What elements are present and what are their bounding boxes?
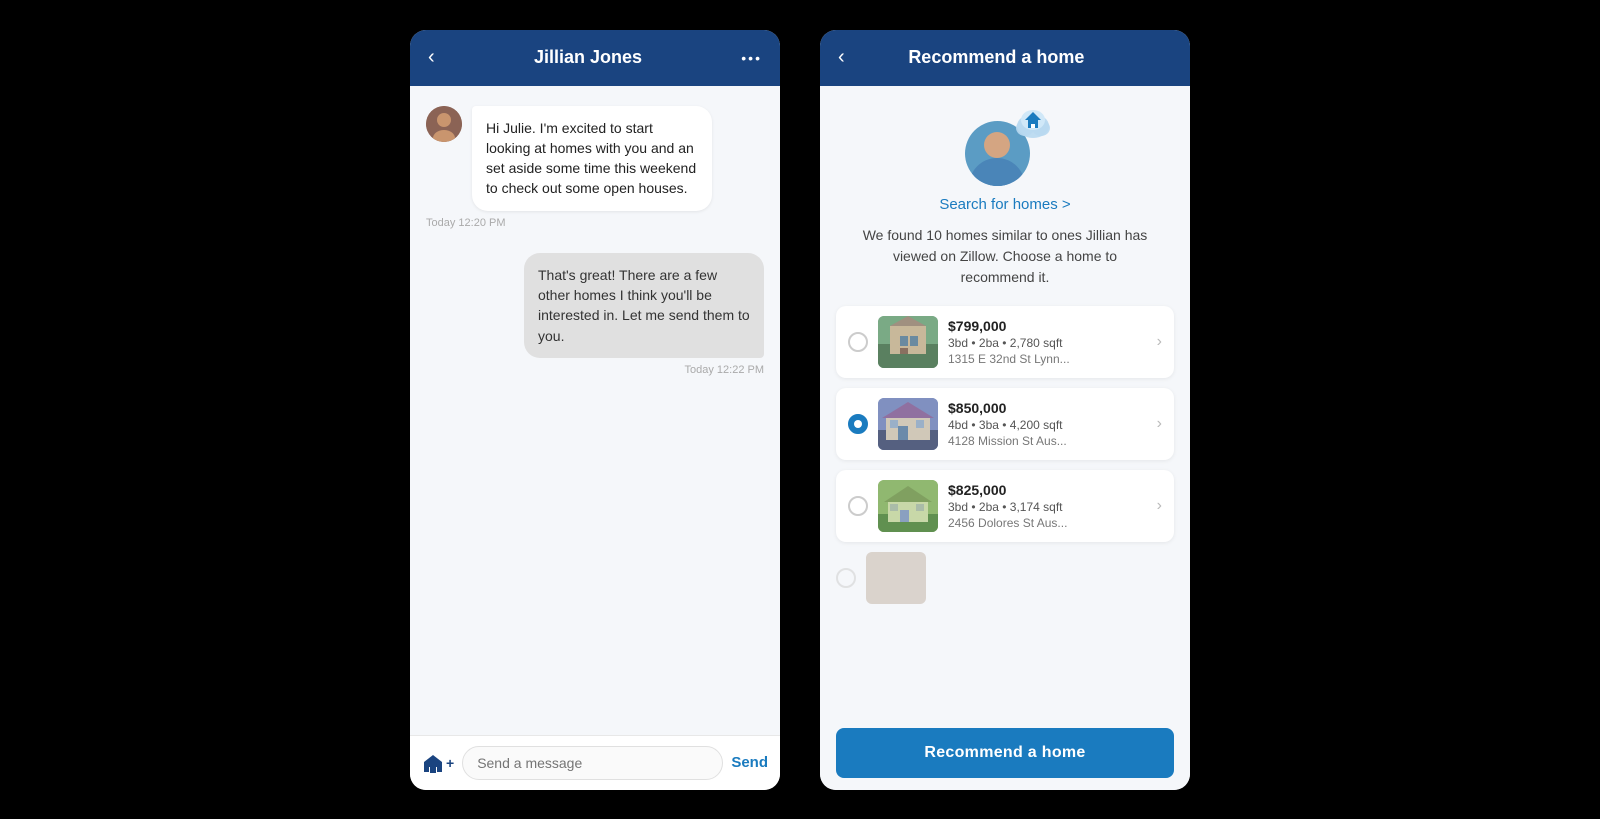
bubble-incoming-1: Hi Julie. I'm excited to start looking a… <box>472 106 712 211</box>
home-chevron-2: › <box>1157 415 1162 433</box>
home-address-3: 2456 Dolores St Aus... <box>948 516 1147 530</box>
home-details-2: 4bd • 3ba • 4,200 sqft <box>948 418 1147 432</box>
home-chevron-3: › <box>1157 497 1162 515</box>
home-list: $799,000 3bd • 2ba • 2,780 sqft 1315 E 3… <box>836 306 1174 542</box>
recommend-button[interactable]: Recommend a home <box>836 728 1174 778</box>
recommend-body: Search for homes > We found 10 homes sim… <box>820 86 1190 716</box>
msg-group-1: Hi Julie. I'm excited to start looking a… <box>426 106 764 229</box>
send-button[interactable]: Send <box>731 754 768 771</box>
home-price-1: $799,000 <box>948 318 1147 334</box>
home-details-1: 3bd • 2ba • 2,780 sqft <box>948 336 1147 350</box>
msg-row-incoming: Hi Julie. I'm excited to start looking a… <box>426 106 764 211</box>
msg-row-outgoing: That's great! There are a few other home… <box>426 253 764 358</box>
avatar-illustration <box>965 106 1045 186</box>
home-radio-1[interactable] <box>848 332 868 352</box>
home-info-2: $850,000 4bd • 3ba • 4,200 sqft 4128 Mis… <box>948 400 1147 448</box>
home-item-1[interactable]: $799,000 3bd • 2ba • 2,780 sqft 1315 E 3… <box>836 306 1174 378</box>
home-price-3: $825,000 <box>948 482 1147 498</box>
msg-group-2: That's great! There are a few other home… <box>426 253 764 376</box>
home-thumb-2 <box>878 398 938 450</box>
chat-messages: Hi Julie. I'm excited to start looking a… <box>410 86 780 735</box>
bubble-outgoing-1: That's great! There are a few other home… <box>524 253 764 358</box>
home-info-1: $799,000 3bd • 2ba • 2,780 sqft 1315 E 3… <box>948 318 1147 366</box>
chat-more-button[interactable]: ••• <box>741 50 762 66</box>
chat-panel: ‹ Jillian Jones ••• Hi Julie. I'm excite… <box>410 30 780 790</box>
recommend-header: ‹ Recommend a home <box>820 30 1190 86</box>
home-price-2: $850,000 <box>948 400 1147 416</box>
msg-time-1: Today 12:20 PM <box>426 217 764 229</box>
recommend-back-button[interactable]: ‹ <box>838 46 845 69</box>
home-address-1: 1315 E 32nd St Lynn... <box>948 352 1147 366</box>
home-details-3: 3bd • 2ba • 3,174 sqft <box>948 500 1147 514</box>
home-address-2: 4128 Mission St Aus... <box>948 434 1147 448</box>
chat-footer: + Send <box>410 735 780 790</box>
chat-header: ‹ Jillian Jones ••• <box>410 30 780 86</box>
message-input[interactable] <box>462 746 723 780</box>
chat-title: Jillian Jones <box>435 47 742 68</box>
home-radio-3[interactable] <box>848 496 868 516</box>
recommend-description: We found 10 homes similar to ones Jillia… <box>855 225 1155 288</box>
home-item-3[interactable]: $825,000 3bd • 2ba • 3,174 sqft 2456 Dol… <box>836 470 1174 542</box>
home-item-2[interactable]: $850,000 4bd • 3ba • 4,200 sqft 4128 Mis… <box>836 388 1174 460</box>
home-radio-2[interactable] <box>848 414 868 434</box>
home-thumb-1 <box>878 316 938 368</box>
home-info-3: $825,000 3bd • 2ba • 3,174 sqft 2456 Dol… <box>948 482 1147 530</box>
attach-home-button[interactable]: + <box>422 753 454 773</box>
recommend-panel: ‹ Recommend a home <box>820 30 1190 790</box>
recommend-footer: Recommend a home <box>820 716 1190 790</box>
msg-time-2: Today 12:22 PM <box>426 364 764 376</box>
home-chevron-1: › <box>1157 333 1162 351</box>
chat-back-button[interactable]: ‹ <box>428 46 435 69</box>
home-thumb-3 <box>878 480 938 532</box>
cloud-house-icon <box>1015 106 1051 140</box>
search-for-homes-link[interactable]: Search for homes > <box>939 196 1070 213</box>
avatar <box>426 106 462 142</box>
recommend-title: Recommend a home <box>845 47 1148 68</box>
